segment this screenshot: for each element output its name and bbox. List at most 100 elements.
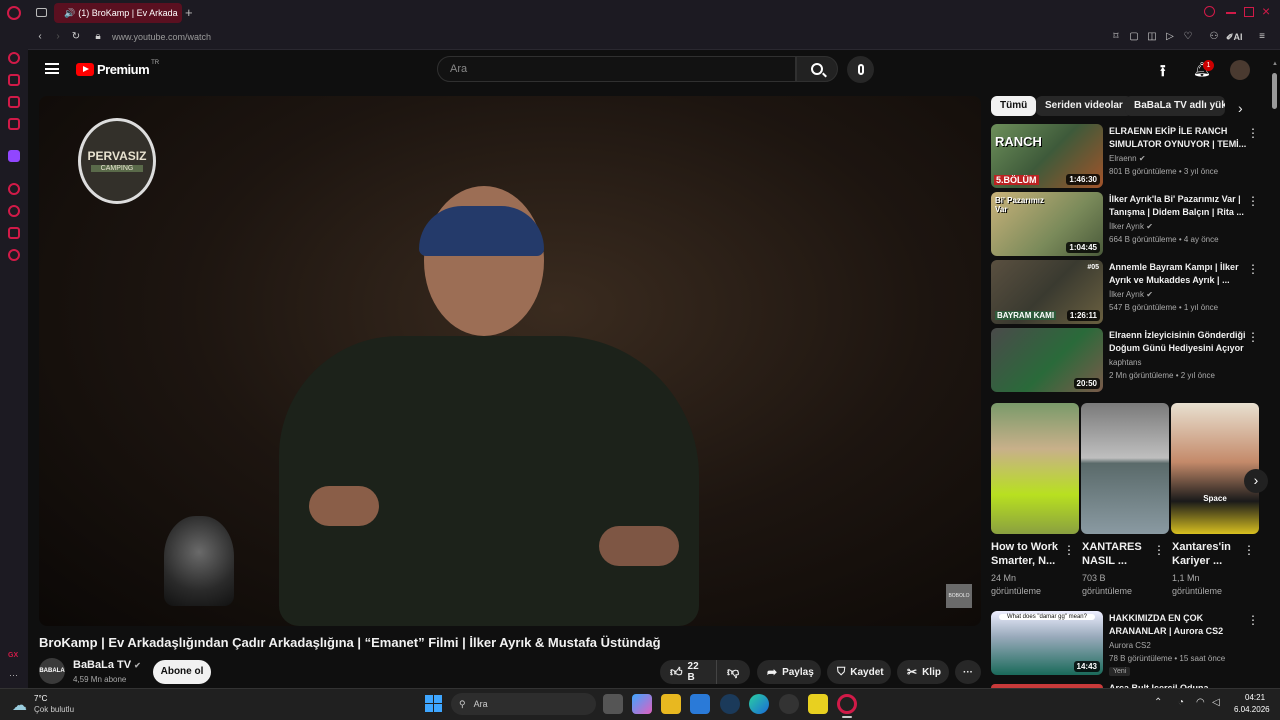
opera-taskbar-icon[interactable]	[837, 694, 857, 714]
store-icon[interactable]	[690, 694, 710, 714]
weather-desc[interactable]: Çok bulutlu	[34, 705, 74, 714]
list-item[interactable]: Bi' Pazarımız Var 1:04:45 İlker Ayrık'la…	[991, 192, 1273, 256]
more-options-icon[interactable]: ⋮	[1247, 262, 1259, 276]
voice-search-button[interactable]	[847, 56, 874, 83]
short-title[interactable]: Xantares'in Kariyer ...	[1172, 540, 1242, 568]
copilot-icon[interactable]	[632, 694, 652, 714]
messenger-icon[interactable]	[8, 96, 20, 108]
heart-icon[interactable]: ♡	[1182, 31, 1194, 43]
play-icon[interactable]: ▷	[1164, 31, 1176, 43]
steam-icon[interactable]	[720, 694, 740, 714]
short-title[interactable]: How to Work Smarter, N...	[991, 540, 1061, 568]
shopping-icon[interactable]	[8, 74, 20, 86]
minimize-button[interactable]	[1226, 12, 1236, 14]
taskbar-search[interactable]: ⚲ Ara	[451, 693, 596, 715]
search-input[interactable]: Ara	[437, 56, 796, 82]
url-field[interactable]: www.youtube.com/watch	[112, 32, 211, 42]
ai-button[interactable]: ✐AI	[1226, 32, 1243, 43]
extensions-icon[interactable]	[8, 227, 20, 239]
channel-name[interactable]: BaBaLa TV ✔	[73, 659, 141, 671]
wifi-icon[interactable]: ◠	[1196, 697, 1205, 708]
chip-series[interactable]: Seriden videolar	[1036, 96, 1132, 116]
list-item[interactable]: What does "damar gg" mean? 14:43 HAKKIMI…	[991, 611, 1273, 676]
save-button[interactable]: ⛉ Kaydet	[827, 660, 891, 684]
video-thumbnail[interactable]: What does "damar gg" mean? 14:43	[991, 611, 1103, 675]
like-button[interactable]: 👍︎ 22 B	[660, 660, 716, 684]
github-icon[interactable]	[779, 694, 799, 714]
share-button[interactable]: ➦ Paylaş	[757, 660, 821, 684]
profile-icon[interactable]: ⚇	[1208, 31, 1220, 43]
gx-label[interactable]: GX	[8, 652, 18, 659]
video-thumbnail[interactable]: RANCH 5.BÖLÜM 1:46:30	[991, 124, 1103, 188]
tab-overview-icon[interactable]	[36, 8, 47, 17]
channel-watermark[interactable]: BOBOLO	[946, 584, 972, 608]
chip-scroll-right-icon[interactable]: ›	[1238, 100, 1243, 116]
opera-ai-icon[interactable]	[8, 52, 20, 64]
channel-avatar[interactable]: BABALA	[39, 658, 65, 684]
dislike-button[interactable]: 👎︎	[716, 660, 750, 684]
network-icon[interactable]: ◔	[1178, 697, 1184, 708]
settings-icon[interactable]	[8, 249, 20, 261]
video-thumbnail[interactable]: Bi' Pazarımız Var 1:04:45	[991, 192, 1103, 256]
short-title[interactable]: XANTARES NASIL ...	[1082, 540, 1152, 568]
task-view-icon[interactable]	[603, 694, 623, 714]
account-avatar[interactable]	[1230, 60, 1250, 80]
short-thumbnail[interactable]	[991, 403, 1079, 534]
back-icon[interactable]: ‹	[34, 31, 46, 43]
youtube-logo[interactable]: Premium TR	[76, 60, 159, 77]
more-options-icon[interactable]: ⋮	[1243, 543, 1255, 557]
list-item[interactable]: 20:50 Elraenn İzleyicisinin Gönderdiği D…	[991, 328, 1273, 392]
hamburger-menu-icon[interactable]	[45, 63, 59, 74]
chip-all[interactable]: Tümü	[991, 96, 1037, 116]
more-options-icon[interactable]: ⋮	[1247, 126, 1259, 140]
upload-button[interactable]: ⭱	[1160, 60, 1166, 87]
edge-icon[interactable]	[749, 694, 769, 714]
clock-time[interactable]: 04:21	[1245, 693, 1265, 702]
chip-channel-uploads[interactable]: BaBaLa TV adlı yükle	[1125, 96, 1225, 116]
close-button[interactable]: ×	[1262, 3, 1270, 19]
bookmark-icon[interactable]: ⌑	[1110, 31, 1122, 43]
file-explorer-icon[interactable]	[661, 694, 681, 714]
volume-icon[interactable]: ◁	[1212, 697, 1220, 708]
history-icon[interactable]	[8, 205, 20, 217]
subscribe-button[interactable]: Abone ol	[153, 660, 211, 684]
player-icon[interactable]	[8, 183, 20, 195]
short-thumbnail[interactable]	[1081, 403, 1169, 534]
search-button[interactable]	[796, 56, 838, 82]
clip-button[interactable]: ✂ Klip	[897, 660, 949, 684]
video-player[interactable]: PERVASIZ CAMPING BOBOLO	[39, 96, 981, 626]
clock-date[interactable]: 6.04.2026	[1234, 705, 1270, 714]
new-tab-button[interactable]: +	[185, 5, 193, 20]
more-options-icon[interactable]: ⋮	[1153, 543, 1165, 557]
more-icon[interactable]: ···	[9, 670, 18, 680]
weather-temp[interactable]: 7°C	[34, 694, 47, 703]
more-options-icon[interactable]: ⋮	[1063, 543, 1075, 557]
video-title: Elraenn İzleyicisinin Gönderdiği Doğum G…	[1109, 330, 1246, 353]
opera-logo-icon[interactable]	[7, 6, 21, 20]
list-item[interactable]: RANCH 5.BÖLÜM 1:46:30 ELRAENN EKİP İLE R…	[991, 124, 1273, 188]
forward-icon[interactable]: ›	[52, 31, 64, 43]
adblock-icon[interactable]: ◫	[1146, 31, 1158, 43]
list-item[interactable]: #05 BAYRAM KAMI 1:26:11 Annemle Bayram K…	[991, 260, 1273, 324]
menu-icon[interactable]: ≡	[1256, 31, 1268, 43]
start-button[interactable]	[425, 695, 442, 712]
maximize-button[interactable]	[1244, 7, 1254, 17]
more-options-icon[interactable]: ⋮	[1247, 194, 1259, 208]
snapshot-icon[interactable]: ▢	[1128, 31, 1140, 43]
tab-audio-icon[interactable]: 🔊	[64, 8, 75, 19]
instagram-icon[interactable]	[8, 118, 20, 130]
twitch-icon[interactable]	[8, 150, 20, 162]
app-icon[interactable]	[808, 694, 828, 714]
short-thumbnail[interactable]: Space	[1171, 403, 1259, 534]
browser-tab[interactable]: 🔊 (1) BroKamp | Ev Arkada	[54, 3, 182, 23]
tray-chevron-icon[interactable]: ⌃	[1154, 697, 1162, 708]
more-options-icon[interactable]: ⋮	[1247, 330, 1259, 344]
more-actions-button[interactable]: ···	[955, 660, 981, 684]
search-icon[interactable]	[1204, 6, 1215, 17]
video-thumbnail[interactable]: #05 BAYRAM KAMI 1:26:11	[991, 260, 1103, 324]
shorts-next-button[interactable]: ›	[1244, 469, 1268, 493]
more-options-icon[interactable]: ⋮	[1247, 613, 1259, 627]
video-thumbnail[interactable]: 20:50	[991, 328, 1103, 392]
reload-icon[interactable]: ↻	[70, 31, 82, 43]
weather-icon[interactable]: ☁	[12, 696, 27, 714]
